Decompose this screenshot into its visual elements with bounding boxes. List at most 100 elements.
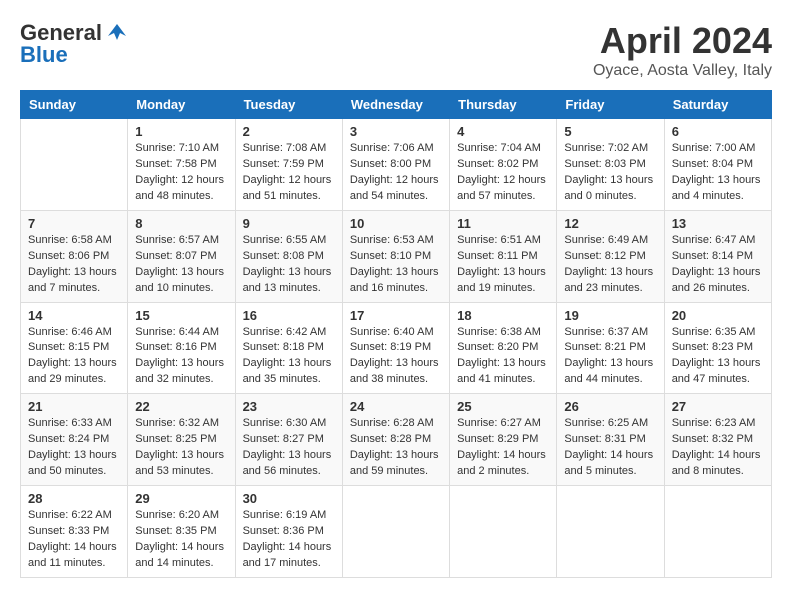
calendar-cell: 16Sunrise: 6:42 AM Sunset: 8:18 PM Dayli… xyxy=(235,302,342,394)
cell-info: Sunrise: 6:42 AM Sunset: 8:18 PM Dayligh… xyxy=(243,325,335,389)
day-number: 19 xyxy=(564,308,656,323)
logo-bird-icon xyxy=(106,22,128,44)
cell-info: Sunrise: 6:35 AM Sunset: 8:23 PM Dayligh… xyxy=(672,325,764,389)
day-number: 14 xyxy=(28,308,120,323)
calendar-cell: 14 Sunrise: 6:46 AM Sunset: 8:15 PM Dayli… xyxy=(21,302,128,394)
cell-info: Sunrise: 6:22 AM Sunset: 8:33 PM Dayligh… xyxy=(28,508,120,572)
calendar-cell: 20 Sunrise: 6:35 AM Sunset: 8:23 PM Dayli… xyxy=(664,302,771,394)
calendar-cell: 7 Sunrise: 6:58 AM Sunset: 8:06 PM Daylig… xyxy=(21,210,128,302)
day-number: 2 xyxy=(243,124,335,139)
calendar-cell: 25Sunrise: 6:27 AM Sunset: 8:29 PM Dayli… xyxy=(450,394,557,486)
day-number: 22 xyxy=(135,399,227,414)
location-title: Oyace, Aosta Valley, Italy xyxy=(593,62,772,80)
calendar-cell: 1Sunrise: 7:10 AM Sunset: 7:58 PM Daylig… xyxy=(128,119,235,211)
day-number: 9 xyxy=(243,216,335,231)
day-number: 8 xyxy=(135,216,227,231)
calendar-cell: 8Sunrise: 6:57 AM Sunset: 8:07 PM Daylig… xyxy=(128,210,235,302)
calendar-cell: 27 Sunrise: 6:23 AM Sunset: 8:32 PM Dayli… xyxy=(664,394,771,486)
day-number: 23 xyxy=(243,399,335,414)
day-number: 29 xyxy=(135,491,227,506)
calendar-cell: 30 Sunrise: 6:19 AM Sunset: 8:36 PM Dayli… xyxy=(235,486,342,578)
week-row-1: 1Sunrise: 7:10 AM Sunset: 7:58 PM Daylig… xyxy=(21,119,772,211)
day-number: 1 xyxy=(135,124,227,139)
day-number: 25 xyxy=(457,399,549,414)
calendar-cell: 11 Sunrise: 6:51 AM Sunset: 8:11 PM Dayli… xyxy=(450,210,557,302)
cell-info: Sunrise: 6:20 AM Sunset: 8:35 PM Dayligh… xyxy=(135,508,227,572)
header-row: SundayMondayTuesdayWednesdayThursdayFrid… xyxy=(21,91,772,119)
calendar-table: SundayMondayTuesdayWednesdayThursdayFrid… xyxy=(20,90,772,578)
day-number: 12 xyxy=(564,216,656,231)
day-number: 5 xyxy=(564,124,656,139)
calendar-cell: 24Sunrise: 6:28 AM Sunset: 8:28 PM Dayli… xyxy=(342,394,449,486)
calendar-cell: 4Sunrise: 7:04 AM Sunset: 8:02 PM Daylig… xyxy=(450,119,557,211)
day-number: 30 xyxy=(243,491,335,506)
day-number: 13 xyxy=(672,216,764,231)
cell-info: Sunrise: 6:33 AM Sunset: 8:24 PM Dayligh… xyxy=(28,416,120,480)
cell-info: Sunrise: 6:51 AM Sunset: 8:11 PM Dayligh… xyxy=(457,233,549,297)
cell-info: Sunrise: 6:25 AM Sunset: 8:31 PM Dayligh… xyxy=(564,416,656,480)
day-number: 6 xyxy=(672,124,764,139)
calendar-cell: 2 Sunrise: 7:08 AM Sunset: 7:59 PM Daylig… xyxy=(235,119,342,211)
day-number: 15 xyxy=(135,308,227,323)
cell-info: Sunrise: 6:55 AM Sunset: 8:08 PM Dayligh… xyxy=(243,233,335,297)
week-row-4: 21 Sunrise: 6:33 AM Sunset: 8:24 PM Dayli… xyxy=(21,394,772,486)
calendar-cell: 17 Sunrise: 6:40 AM Sunset: 8:19 PM Dayli… xyxy=(342,302,449,394)
col-header-thursday: Thursday xyxy=(450,91,557,119)
cell-info: Sunrise: 6:40 AM Sunset: 8:19 PM Dayligh… xyxy=(350,325,442,389)
cell-info: Sunrise: 6:47 AM Sunset: 8:14 PM Dayligh… xyxy=(672,233,764,297)
cell-info: Sunrise: 6:28 AM Sunset: 8:28 PM Dayligh… xyxy=(350,416,442,480)
col-header-wednesday: Wednesday xyxy=(342,91,449,119)
calendar-cell xyxy=(21,119,128,211)
header: General Blue April 2024 Oyace, Aosta Val… xyxy=(20,20,772,80)
day-number: 18 xyxy=(457,308,549,323)
cell-info: Sunrise: 7:00 AM Sunset: 8:04 PM Dayligh… xyxy=(672,141,764,205)
calendar-cell: 18 Sunrise: 6:38 AM Sunset: 8:20 PM Dayli… xyxy=(450,302,557,394)
calendar-cell xyxy=(664,486,771,578)
calendar-cell: 22Sunrise: 6:32 AM Sunset: 8:25 PM Dayli… xyxy=(128,394,235,486)
cell-info: Sunrise: 7:02 AM Sunset: 8:03 PM Dayligh… xyxy=(564,141,656,205)
cell-info: Sunrise: 6:19 AM Sunset: 8:36 PM Dayligh… xyxy=(243,508,335,572)
calendar-cell: 9 Sunrise: 6:55 AM Sunset: 8:08 PM Daylig… xyxy=(235,210,342,302)
day-number: 11 xyxy=(457,216,549,231)
calendar-cell: 26 Sunrise: 6:25 AM Sunset: 8:31 PM Dayli… xyxy=(557,394,664,486)
day-number: 4 xyxy=(457,124,549,139)
title-block: April 2024 Oyace, Aosta Valley, Italy xyxy=(593,20,772,80)
cell-info: Sunrise: 6:38 AM Sunset: 8:20 PM Dayligh… xyxy=(457,325,549,389)
week-row-3: 14 Sunrise: 6:46 AM Sunset: 8:15 PM Dayli… xyxy=(21,302,772,394)
calendar-cell: 21 Sunrise: 6:33 AM Sunset: 8:24 PM Dayli… xyxy=(21,394,128,486)
calendar-cell: 6 Sunrise: 7:00 AM Sunset: 8:04 PM Daylig… xyxy=(664,119,771,211)
cell-info: Sunrise: 6:49 AM Sunset: 8:12 PM Dayligh… xyxy=(564,233,656,297)
cell-info: Sunrise: 7:08 AM Sunset: 7:59 PM Dayligh… xyxy=(243,141,335,205)
col-header-monday: Monday xyxy=(128,91,235,119)
calendar-cell xyxy=(557,486,664,578)
cell-info: Sunrise: 6:23 AM Sunset: 8:32 PM Dayligh… xyxy=(672,416,764,480)
month-title: April 2024 xyxy=(593,20,772,62)
day-number: 21 xyxy=(28,399,120,414)
calendar-cell xyxy=(450,486,557,578)
day-number: 3 xyxy=(350,124,442,139)
day-number: 28 xyxy=(28,491,120,506)
week-row-2: 7 Sunrise: 6:58 AM Sunset: 8:06 PM Daylig… xyxy=(21,210,772,302)
calendar-cell: 19 Sunrise: 6:37 AM Sunset: 8:21 PM Dayli… xyxy=(557,302,664,394)
cell-info: Sunrise: 6:58 AM Sunset: 8:06 PM Dayligh… xyxy=(28,233,120,297)
day-number: 27 xyxy=(672,399,764,414)
logo-blue-text: Blue xyxy=(20,42,68,68)
col-header-tuesday: Tuesday xyxy=(235,91,342,119)
calendar-cell: 13 Sunrise: 6:47 AM Sunset: 8:14 PM Dayli… xyxy=(664,210,771,302)
cell-info: Sunrise: 6:53 AM Sunset: 8:10 PM Dayligh… xyxy=(350,233,442,297)
day-number: 20 xyxy=(672,308,764,323)
logo: General Blue xyxy=(20,20,128,68)
col-header-saturday: Saturday xyxy=(664,91,771,119)
calendar-cell: 3Sunrise: 7:06 AM Sunset: 8:00 PM Daylig… xyxy=(342,119,449,211)
calendar-cell: 15 Sunrise: 6:44 AM Sunset: 8:16 PM Dayli… xyxy=(128,302,235,394)
cell-info: Sunrise: 6:46 AM Sunset: 8:15 PM Dayligh… xyxy=(28,325,120,389)
cell-info: Sunrise: 6:44 AM Sunset: 8:16 PM Dayligh… xyxy=(135,325,227,389)
day-number: 7 xyxy=(28,216,120,231)
calendar-cell: 29 Sunrise: 6:20 AM Sunset: 8:35 PM Dayli… xyxy=(128,486,235,578)
calendar-cell: 23Sunrise: 6:30 AM Sunset: 8:27 PM Dayli… xyxy=(235,394,342,486)
day-number: 17 xyxy=(350,308,442,323)
cell-info: Sunrise: 6:37 AM Sunset: 8:21 PM Dayligh… xyxy=(564,325,656,389)
day-number: 26 xyxy=(564,399,656,414)
col-header-sunday: Sunday xyxy=(21,91,128,119)
calendar-cell xyxy=(342,486,449,578)
